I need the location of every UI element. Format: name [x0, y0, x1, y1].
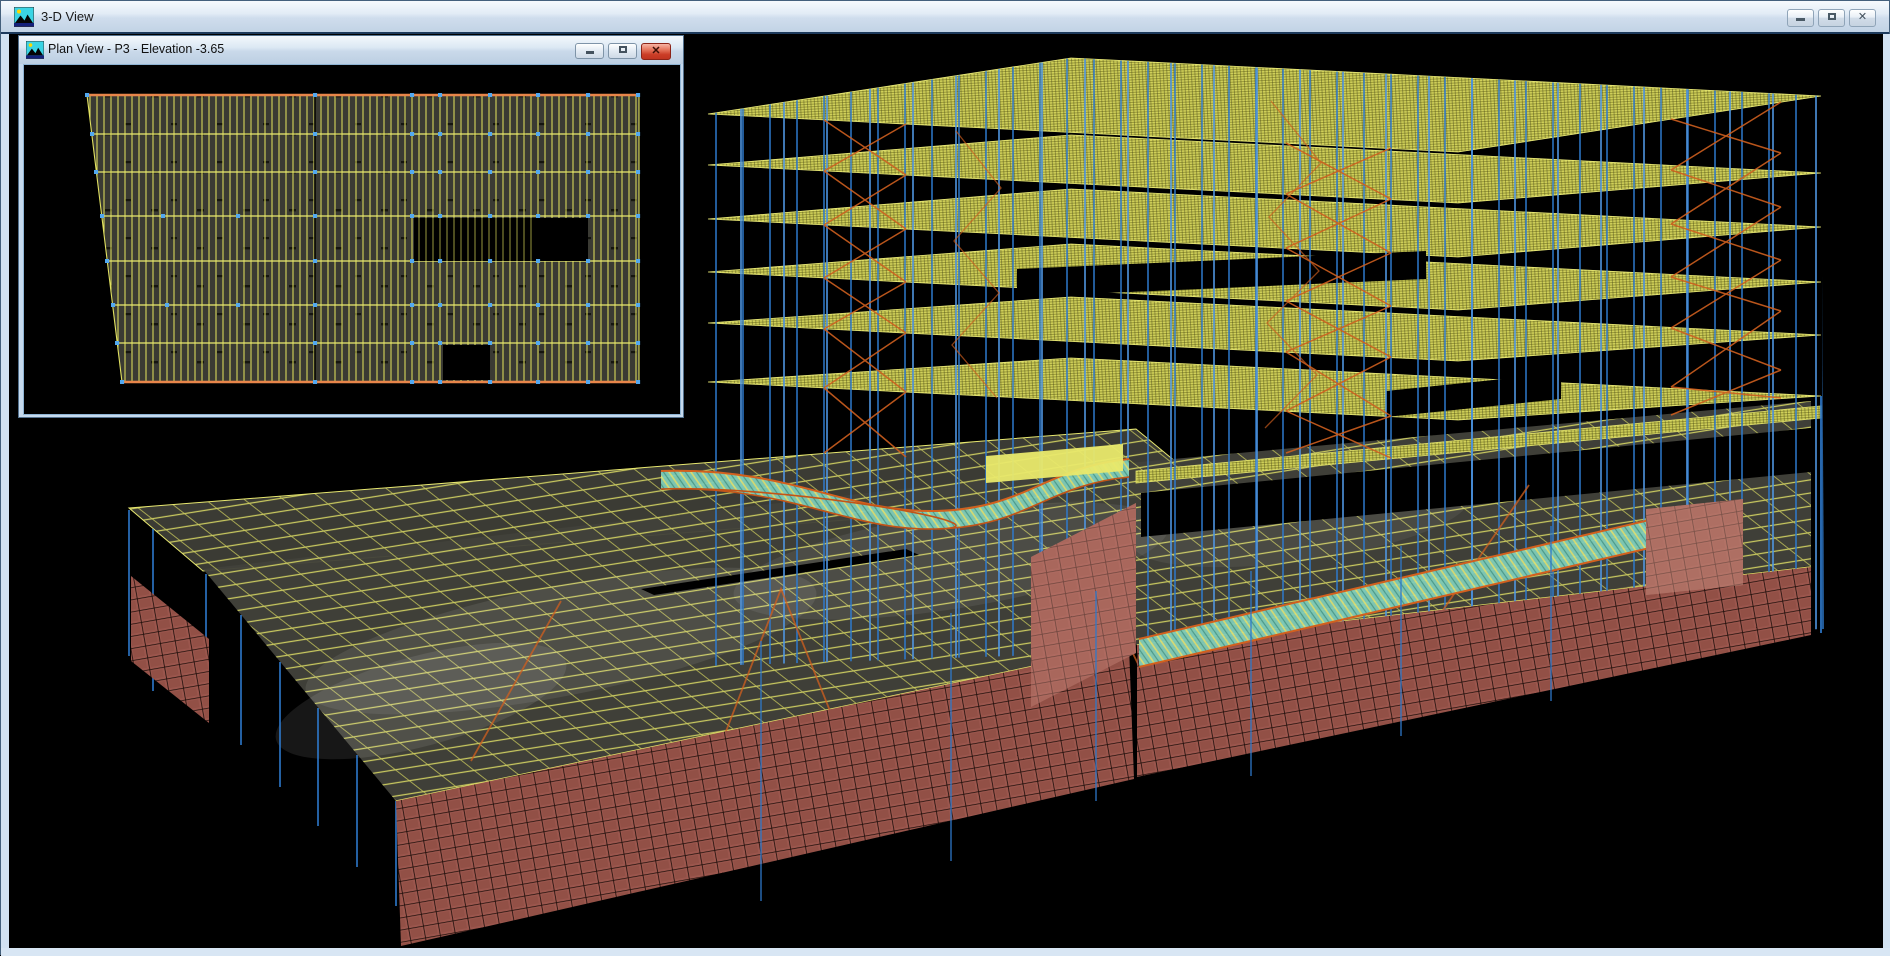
- plan-window-title: Plan View - P3 - Elevation -3.65: [48, 42, 224, 56]
- window-title: 3-D View: [41, 9, 94, 24]
- plan-view-icon: [26, 41, 44, 59]
- window-border: [1883, 34, 1890, 948]
- plan-canvas: [24, 65, 680, 414]
- close-icon: ✕: [1858, 11, 1867, 23]
- window-plan-view: Plan View - P3 - Elevation -3.65 ✕: [18, 35, 684, 418]
- window-border: [1, 34, 9, 948]
- minimize-icon: [586, 51, 594, 54]
- plan-minimize-button[interactable]: [575, 43, 604, 59]
- plan-restore-button[interactable]: [608, 43, 637, 59]
- maximize-button[interactable]: [1818, 9, 1845, 27]
- plan-close-button[interactable]: ✕: [641, 43, 671, 60]
- wall-salmon: [1646, 499, 1743, 595]
- close-icon: ✕: [651, 45, 660, 57]
- restore-icon: [619, 46, 627, 53]
- titlebar-plan-view[interactable]: Plan View - P3 - Elevation -3.65 ✕: [19, 36, 683, 64]
- viewport-plan[interactable]: [23, 64, 681, 415]
- maximize-icon: [1828, 13, 1836, 20]
- close-button[interactable]: ✕: [1849, 9, 1876, 27]
- window-3d-view: 3-D View ✕: [0, 0, 1890, 955]
- titlebar-3d-view[interactable]: 3-D View ✕: [1, 1, 1889, 34]
- minimize-button[interactable]: [1787, 9, 1814, 27]
- view-3d-icon: [14, 7, 34, 27]
- minimize-icon: [1796, 18, 1805, 21]
